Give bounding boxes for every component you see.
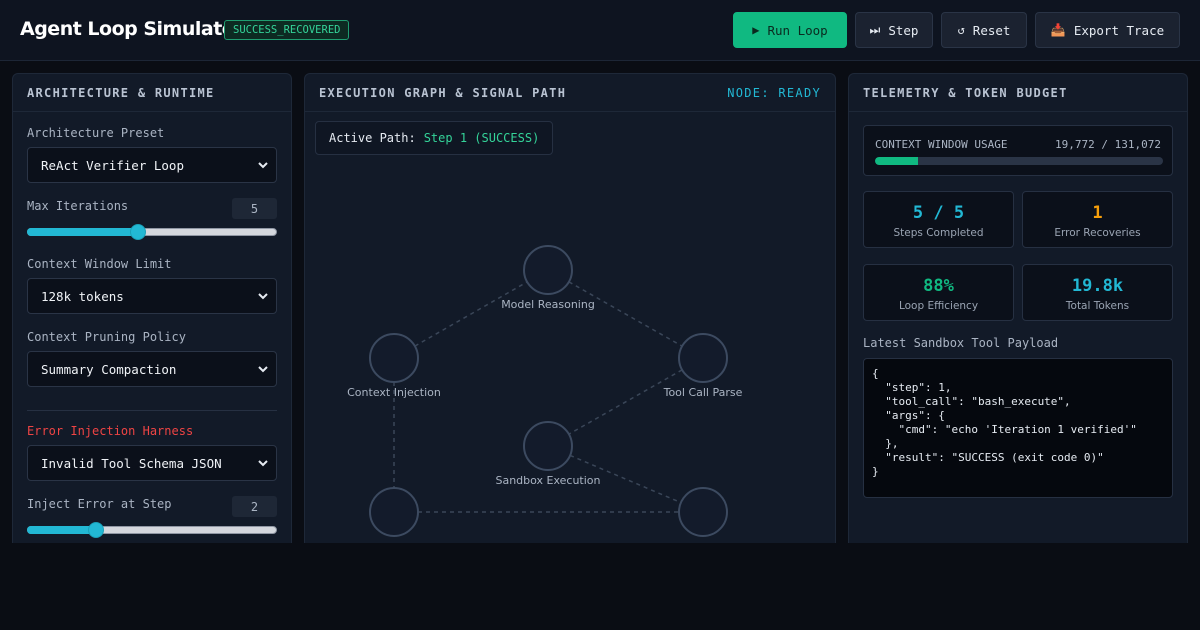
total-tokens-value: 19.8k — [1071, 276, 1124, 296]
max-iterations-value: 5 — [232, 198, 277, 219]
slider-fill — [27, 228, 138, 236]
context-usage-value: 19,772 / 131,072 — [1055, 138, 1161, 151]
context-window-label: Context Window Limit — [27, 257, 172, 271]
edge-context-to-model — [393, 269, 549, 359]
active-path-indicator: Active Path: Step 1 (SUCCESS) — [315, 121, 554, 155]
node-sandbox-execution[interactable] — [523, 421, 573, 471]
steps-completed-label: Steps Completed — [893, 227, 984, 239]
node-label-tool-call-parse: Tool Call Parse — [663, 386, 743, 399]
error-harness-select[interactable]: Invalid Tool Schema JSON — [27, 445, 277, 481]
node-tool-call-parse[interactable] — [678, 333, 728, 383]
run-loop-button[interactable]: ▶ Run Loop — [733, 12, 847, 48]
context-usage-card: CONTEXT WINDOW USAGE 19,772 / 131,072 — [863, 125, 1173, 176]
app-title: Agent Loop Simulator — [20, 18, 244, 40]
node-context-injection[interactable] — [369, 333, 419, 383]
telemetry-panel: TELEMETRY & TOKEN BUDGET CONTEXT WINDOW … — [848, 73, 1188, 543]
chevron-down-icon — [258, 460, 268, 467]
error-recoveries-value: 1 — [1092, 203, 1103, 223]
inject-step-label: Inject Error at Step — [27, 497, 172, 511]
stat-card-steps: 5 / 5 Steps Completed — [863, 191, 1014, 248]
slider-fill — [27, 526, 96, 534]
loop-efficiency-label: Loop Efficiency — [898, 300, 979, 312]
panel-header: TELEMETRY & TOKEN BUDGET — [849, 74, 1187, 112]
chevron-down-icon — [258, 366, 268, 373]
inject-step-slider[interactable] — [27, 522, 277, 538]
inject-step-value: 2 — [232, 496, 277, 517]
next-track-icon: ⏭ — [869, 22, 881, 37]
architecture-preset-select[interactable]: ReAct Verifier Loop — [27, 147, 277, 183]
reset-icon: ↺ — [957, 23, 965, 37]
panel-title: TELEMETRY & TOKEN BUDGET — [863, 85, 1068, 100]
panel-title: ARCHITECTURE & RUNTIME — [27, 85, 215, 100]
reset-button[interactable]: ↺ Reset — [941, 12, 1027, 48]
payload-code-block: { "step": 1, "tool_call": "bash_execute"… — [863, 358, 1173, 498]
node-label-model-reasoning: Model Reasoning — [501, 298, 595, 311]
panel-header: ARCHITECTURE & RUNTIME — [13, 74, 291, 112]
status-badge: SUCCESS_RECOVERED — [224, 20, 350, 40]
export-trace-button[interactable]: 📥 Export Trace — [1035, 12, 1180, 48]
loop-efficiency-value: 88% — [923, 276, 954, 296]
context-window-select[interactable]: 128k tokens — [27, 278, 277, 314]
execution-graph-panel: EXECUTION GRAPH & SIGNAL PATH NODE: READ… — [304, 73, 836, 543]
active-path-value: Step 1 (SUCCESS) — [423, 131, 540, 145]
error-recoveries-label: Error Recoveries — [1054, 227, 1141, 239]
context-usage-label: CONTEXT WINDOW USAGE — [875, 138, 1008, 151]
node-bottom-right[interactable] — [678, 487, 728, 537]
slider-thumb[interactable] — [129, 224, 146, 240]
node-label-context-injection: Context Injection — [347, 386, 441, 399]
architecture-preset-label: Architecture Preset — [27, 126, 165, 140]
total-tokens-label: Total Tokens — [1065, 300, 1130, 312]
max-iterations-slider[interactable] — [27, 224, 277, 240]
context-usage-fill — [875, 157, 919, 165]
steps-completed-value: 5 / 5 — [912, 203, 965, 223]
edge-model-to-tool — [547, 269, 704, 359]
error-harness-label: Error Injection Harness — [27, 424, 194, 438]
step-button[interactable]: ⏭ Step — [855, 12, 933, 48]
stat-card-recoveries: 1 Error Recoveries — [1022, 191, 1173, 248]
context-usage-bar — [875, 157, 1163, 165]
payload-label: Latest Sandbox Tool Payload — [863, 336, 1059, 350]
node-model-reasoning[interactable] — [523, 245, 573, 295]
edge-tool-to-sandbox — [547, 357, 704, 447]
chevron-down-icon — [258, 293, 268, 300]
inbox-tray-icon: 📥 — [1050, 23, 1066, 37]
node-bottom-left[interactable] — [369, 487, 419, 537]
node-label-sandbox-execution: Sandbox Execution — [495, 474, 600, 487]
app-header: Agent Loop Simulator SUCCESS_RECOVERED ▶… — [0, 0, 1200, 61]
pruning-policy-select[interactable]: Summary Compaction — [27, 351, 277, 387]
chevron-down-icon — [258, 162, 268, 169]
architecture-panel: ARCHITECTURE & RUNTIME Architecture Pres… — [12, 73, 292, 543]
divider — [27, 410, 277, 411]
active-path-label: Active Path: — [329, 131, 416, 145]
pruning-policy-label: Context Pruning Policy — [27, 330, 186, 344]
slider-thumb[interactable] — [87, 522, 104, 538]
max-iterations-label: Max Iterations — [27, 199, 129, 213]
stat-card-tokens: 19.8k Total Tokens — [1022, 264, 1173, 321]
stat-card-efficiency: 88% Loop Efficiency — [863, 264, 1014, 321]
play-icon: ▶ — [752, 23, 760, 37]
